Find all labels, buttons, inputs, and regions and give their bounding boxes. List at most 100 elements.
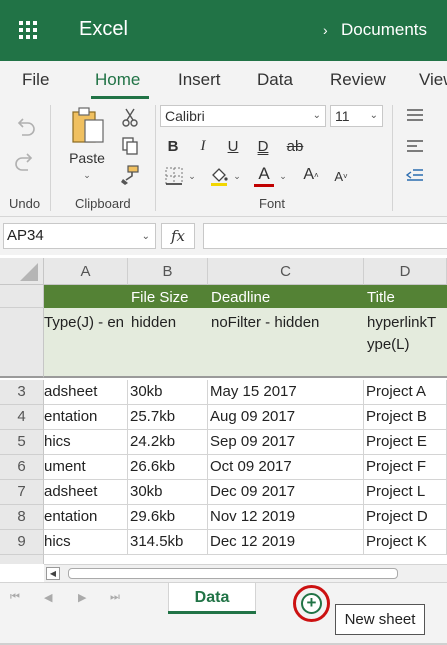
table-cell[interactable]: Project B xyxy=(364,405,447,430)
table-cell[interactable]: 26.6kb xyxy=(128,455,208,480)
scissors-icon[interactable] xyxy=(118,107,142,129)
sheet-tab-data[interactable]: Data xyxy=(168,583,256,614)
subheader-cell-c[interactable]: noFilter - hidden xyxy=(211,312,319,334)
column-header-a[interactable]: A xyxy=(44,258,128,285)
waffle-icon[interactable] xyxy=(19,21,39,41)
tab-data[interactable]: Data xyxy=(257,70,293,90)
tab-home[interactable]: Home xyxy=(95,70,140,90)
paintbrush-icon[interactable] xyxy=(118,163,142,187)
chevron-down-icon[interactable]: ⌄ xyxy=(186,169,198,183)
app-name[interactable]: Excel xyxy=(79,18,128,41)
row-header[interactable]: 4 xyxy=(0,405,44,430)
previous-sheet-icon[interactable]: ◀ xyxy=(44,591,52,604)
italic-button[interactable]: I xyxy=(193,136,213,156)
paste-button[interactable]: Paste xyxy=(67,149,107,167)
table-cell[interactable]: entation xyxy=(44,505,128,530)
header-cell-deadline[interactable]: Deadline xyxy=(211,289,270,306)
row-header[interactable]: 9 xyxy=(0,530,44,555)
table-cell[interactable]: Project E xyxy=(364,430,447,455)
table-cell[interactable]: adsheet xyxy=(44,380,128,405)
column-header-c[interactable]: C xyxy=(208,258,364,285)
tab-view[interactable]: View xyxy=(419,70,447,90)
subheader-cell-a[interactable]: Type(J) - en xyxy=(44,312,126,334)
row-header[interactable]: 6 xyxy=(0,455,44,480)
double-underline-button[interactable]: D xyxy=(253,136,273,156)
align-left-icon[interactable] xyxy=(403,136,427,156)
fill-bucket-icon[interactable] xyxy=(207,165,231,187)
table-cell[interactable]: Dec 12 2019 xyxy=(208,530,364,555)
row-header[interactable] xyxy=(0,285,44,308)
name-box[interactable]: AP34 ⌄ xyxy=(3,223,156,249)
column-header-b[interactable]: B xyxy=(128,258,208,285)
grow-font-glyph: A xyxy=(303,166,314,183)
header-cell-file-size[interactable]: File Size xyxy=(131,289,189,306)
copy-icon[interactable] xyxy=(118,135,142,157)
breadcrumb-documents[interactable]: Documents xyxy=(341,20,427,40)
table-cell[interactable]: Project D xyxy=(364,505,447,530)
strikethrough-button[interactable]: ab xyxy=(283,136,307,156)
redo-icon[interactable] xyxy=(12,149,38,175)
table-cell[interactable]: 30kb xyxy=(128,480,208,505)
chevron-down-icon[interactable]: ⌄ xyxy=(277,169,289,183)
tab-file[interactable]: File xyxy=(22,70,49,90)
chevron-down-icon[interactable]: ⌄ xyxy=(78,169,96,181)
first-sheet-icon[interactable]: ⏮ xyxy=(10,591,20,604)
borders-icon[interactable] xyxy=(162,165,186,187)
chevron-down-icon[interactable]: ⌄ xyxy=(231,169,243,183)
row-header[interactable]: 3 xyxy=(0,380,44,405)
row-header[interactable]: 7 xyxy=(0,480,44,505)
table-cell[interactable]: 29.6kb xyxy=(128,505,208,530)
table-cell[interactable]: ument xyxy=(44,455,128,480)
insert-function-button[interactable]: fx xyxy=(161,223,195,249)
row-header[interactable] xyxy=(0,555,44,564)
table-cell[interactable]: Dec 09 2017 xyxy=(208,480,364,505)
worksheet-grid[interactable]: A B C D File Size Deadline Title Type(J)… xyxy=(0,258,447,564)
table-cell[interactable]: 24.2kb xyxy=(128,430,208,455)
table-cell[interactable]: Aug 09 2017 xyxy=(208,405,364,430)
undo-icon[interactable] xyxy=(12,114,38,140)
row-header[interactable] xyxy=(0,308,44,378)
last-sheet-icon[interactable]: ⏭ xyxy=(110,591,120,604)
row-header[interactable]: 8 xyxy=(0,505,44,530)
group-label-undo: Undo xyxy=(9,196,41,211)
subheader-cell-d[interactable]: hyperlinkT ype(L) xyxy=(367,312,445,356)
formula-input[interactable] xyxy=(203,223,447,249)
clipboard-icon[interactable] xyxy=(68,105,108,147)
plus-circle-icon[interactable]: + xyxy=(301,593,322,614)
table-cell[interactable]: 314.5kb xyxy=(128,530,208,555)
next-sheet-icon[interactable]: ▶ xyxy=(78,591,86,604)
column-header-d[interactable]: D xyxy=(364,258,447,285)
scrollbar-thumb[interactable] xyxy=(68,568,398,579)
table-cell[interactable]: Sep 09 2017 xyxy=(208,430,364,455)
font-size-select[interactable]: 11 ⌄ xyxy=(330,105,383,127)
table-cell[interactable]: Nov 12 2019 xyxy=(208,505,364,530)
table-cell[interactable]: hics xyxy=(44,430,128,455)
subheader-cell-b[interactable]: hidden xyxy=(131,312,176,334)
tab-insert[interactable]: Insert xyxy=(178,70,221,90)
horizontal-scrollbar[interactable]: ◀ xyxy=(44,564,447,582)
align-top-icon[interactable] xyxy=(403,105,427,125)
row-header[interactable]: 5 xyxy=(0,430,44,455)
table-cell[interactable]: entation xyxy=(44,405,128,430)
font-color-button[interactable]: A xyxy=(253,163,275,185)
table-cell[interactable]: Project K xyxy=(364,530,447,555)
header-cell-title[interactable]: Title xyxy=(367,289,395,306)
underline-button[interactable]: U xyxy=(223,136,243,156)
font-name-select[interactable]: Calibri ⌄ xyxy=(160,105,326,127)
select-all-corner[interactable] xyxy=(0,258,44,285)
tab-review[interactable]: Review xyxy=(330,70,386,90)
shrink-font-button[interactable]: A ˅ xyxy=(330,167,352,185)
table-cell[interactable]: Project L xyxy=(364,480,447,505)
table-cell[interactable]: 30kb xyxy=(128,380,208,405)
table-cell[interactable]: hics xyxy=(44,530,128,555)
table-cell[interactable]: 25.7kb xyxy=(128,405,208,430)
table-cell[interactable]: Project F xyxy=(364,455,447,480)
table-cell[interactable]: Oct 09 2017 xyxy=(208,455,364,480)
grow-font-button[interactable]: A ˄ xyxy=(300,165,322,185)
bold-button[interactable]: B xyxy=(163,136,183,156)
table-cell[interactable]: adsheet xyxy=(44,480,128,505)
scroll-left-icon[interactable]: ◀ xyxy=(46,567,60,580)
decrease-indent-icon[interactable] xyxy=(403,165,427,185)
table-cell[interactable]: May 15 2017 xyxy=(208,380,364,405)
table-cell[interactable]: Project A xyxy=(364,380,447,405)
